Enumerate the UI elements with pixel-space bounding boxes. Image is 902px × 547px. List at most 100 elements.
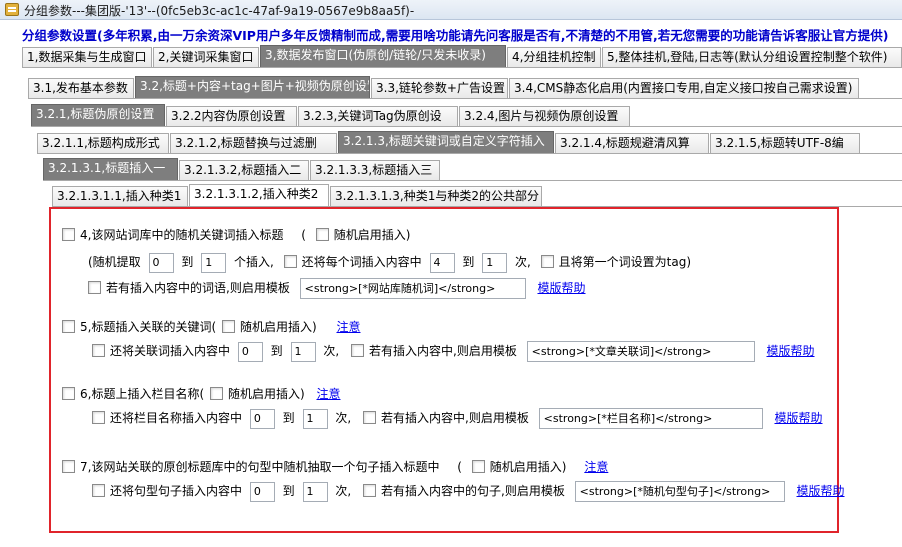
section-6-title: 6,标题上插入栏目名称( (80, 387, 205, 401)
tab-title-avoid[interactable]: 3.2.1.4,标题规避清风算 (555, 133, 709, 153)
section-4-template-checkbox[interactable] (88, 281, 101, 294)
section-4-title: 4,该网站词库中的随机关键词插入标题 (80, 228, 284, 242)
section-5-header: 5,标题插入关联的关键词( 随机启用插入) 注意 (62, 317, 361, 337)
tab-insert-two[interactable]: 3.2.1.3.2,标题插入二 (179, 160, 309, 180)
tab-title-insert[interactable]: 3.2.1.3,标题关键词或自定义字符插入 (338, 131, 554, 153)
section-5-insert-row: 还将关联词插入内容中 0 到 1 次, 若有插入内容中,则启用模板 <stron… (92, 341, 815, 362)
section-6-template-checkbox[interactable] (363, 411, 376, 424)
window-title: 分组参数---集团版-'13'--(0fc5eb3c-ac1c-47af-9a1… (24, 4, 415, 18)
section-6-template-input[interactable]: <strong>[*栏目名称]</strong> (538, 408, 763, 429)
section-4-each-min[interactable]: 4 (429, 252, 455, 273)
section-4-open-paren: ( (301, 228, 306, 242)
section-5-help-link[interactable]: 模版帮助 (766, 344, 814, 358)
tab-chain-ads[interactable]: 3.3,链轮参数+广告设置 (371, 78, 508, 98)
section-4-extract-min[interactable]: 0 (148, 252, 174, 273)
section-6-insert-row: 还将栏目名称插入内容中 0 到 1 次, 若有插入内容中,则启用模板 <stro… (92, 408, 823, 429)
tab-title-replace[interactable]: 3.2.1.2,标题替换与过滤删 (170, 133, 337, 153)
section-6-to: 到 (282, 411, 295, 425)
section-4-each-label: 还将每个词插入内容中 (301, 255, 422, 269)
section-7-note-link[interactable]: 注意 (584, 460, 608, 474)
section-4-checkbox[interactable] (62, 228, 75, 241)
section-4-first-tag-checkbox[interactable] (540, 255, 554, 268)
section-4-each-checkbox[interactable] (283, 255, 297, 268)
section-7-random-checkbox[interactable] (471, 460, 485, 473)
section-7-checkbox[interactable] (62, 460, 75, 473)
section-4-to1: 到 (181, 255, 194, 269)
section-6-insert-label: 还将栏目名称插入内容中 (110, 411, 243, 425)
section-5-note-link[interactable]: 注意 (336, 320, 360, 334)
tab-image-video[interactable]: 3.2.4,图片与视频伪原创设置 (459, 106, 630, 126)
section-4-each-max[interactable]: 1 (482, 252, 508, 273)
section-7-min-input[interactable]: 0 (249, 481, 275, 502)
section-7-header: 7,该网站关联的原创标题库中的句型中随机抽取一个句子插入标题中 ( 随机启用插入… (62, 457, 608, 477)
section-4-random-label: 随机启用插入) (333, 228, 411, 242)
tab-row-divider (28, 98, 902, 99)
section-5-min-input[interactable]: 0 (237, 341, 263, 362)
section-4-extract-max[interactable]: 1 (201, 252, 227, 273)
section-5-to: 到 (270, 344, 283, 358)
section-7-max-input[interactable]: 1 (302, 481, 328, 502)
section-5-checkbox[interactable] (62, 320, 75, 333)
section-4-extract-suffix: 个插入, (234, 255, 274, 269)
section-5-template-checkbox[interactable] (351, 344, 364, 357)
tab-insert-kind1[interactable]: 3.2.1.3.1.1,插入种类1 (52, 186, 188, 206)
title-bar: 分组参数---集团版-'13'--(0fc5eb3c-ac1c-47af-9a1… (0, 0, 902, 20)
tab-insert-one[interactable]: 3.2.1.3.1,标题插入一 (43, 158, 178, 180)
section-6-header: 6,标题上插入栏目名称( 随机启用插入) 注意 (62, 384, 341, 404)
section-5-max-input[interactable]: 1 (290, 341, 316, 362)
section-5-template-label: 若有插入内容中,则启用模板 (369, 344, 517, 358)
tab-title-form[interactable]: 3.2.1.1,标题构成形式 (37, 133, 169, 153)
tab-data-publish[interactable]: 3,数据发布窗口(伪原创/链轮/只发未收录) (260, 45, 506, 67)
tab-cms-static[interactable]: 3.4,CMS静态化启用(内置接口专用,自定义接口按自己需求设置) (509, 78, 859, 98)
section-4-template-input[interactable]: <strong>[*网站库随机词]</strong> (299, 278, 526, 299)
section-6-random-checkbox[interactable] (209, 387, 223, 400)
section-4-template-row: 若有插入内容中的词语,则启用模板 <strong>[*网站库随机词]</stro… (88, 278, 586, 299)
app-icon (5, 3, 19, 16)
tab-overall-control[interactable]: 5,整体挂机,登陆,日志等(默认分组设置控制整个软件) (602, 47, 902, 67)
tab-data-collection[interactable]: 1,数据采集与生成窗口 (22, 47, 152, 67)
section-5-times: 次, (323, 344, 340, 358)
tab-group-control[interactable]: 4,分组挂机控制 (507, 47, 601, 67)
section-7-insert-checkbox[interactable] (92, 484, 105, 497)
tab-publish-basic[interactable]: 3.1,发布基本参数 (28, 78, 134, 98)
section-4-template-label: 若有插入内容中的词语,则启用模板 (106, 281, 290, 295)
tab-keyword-tag[interactable]: 3.2.3,关键词Tag伪原创设 (298, 106, 458, 126)
notice-text: 分组参数设置(多年积累,由一万余资深VIP用户多年反馈精制而成,需要用啥功能请先… (22, 28, 889, 43)
section-7-template-input[interactable]: <strong>[*随机句型句子]</strong> (574, 481, 785, 502)
section-5-insert-checkbox[interactable] (92, 344, 105, 357)
section-5-random-label: 随机启用插入) (239, 320, 317, 334)
section-6-max-input[interactable]: 1 (302, 408, 328, 429)
tab-insert-kind2[interactable]: 3.2.1.3.1.2,插入种类2 (189, 184, 329, 206)
section-4-header: 4,该网站词库中的随机关键词插入标题 ( 随机启用插入) (62, 225, 410, 245)
tab-row-divider (31, 126, 902, 127)
section-4-first-tag-label: 且将第一个词设置为tag) (558, 255, 692, 269)
tab-title-pseudo[interactable]: 3.2.1,标题伪原创设置 (31, 104, 165, 126)
section-7-template-checkbox[interactable] (363, 484, 376, 497)
section-6-insert-checkbox[interactable] (92, 411, 105, 424)
section-7-help-link[interactable]: 模版帮助 (796, 484, 844, 498)
section-6-min-input[interactable]: 0 (249, 408, 275, 429)
section-6-template-label: 若有插入内容中,则启用模板 (381, 411, 529, 425)
tab-title-utf8[interactable]: 3.2.1.5,标题转UTF-8编 (710, 133, 860, 153)
section-6-help-link[interactable]: 模版帮助 (774, 411, 822, 425)
section-7-insert-row: 还将句型句子插入内容中 0 到 1 次, 若有插入内容中的句子,则启用模板 <s… (92, 481, 845, 502)
section-5-random-checkbox[interactable] (221, 320, 235, 333)
section-5-insert-label: 还将关联词插入内容中 (110, 344, 231, 358)
section-5-template-input[interactable]: <strong>[*文章关联词]</strong> (526, 341, 755, 362)
tab-content-pseudo[interactable]: 3.2.2内容伪原创设置 (166, 106, 297, 126)
section-4-times: 次, (515, 255, 531, 269)
section-6-checkbox[interactable] (62, 387, 75, 400)
section-7-template-label: 若有插入内容中的句子,则启用模板 (381, 484, 565, 498)
tab-insert-common[interactable]: 3.2.1.3.1.3,种类1与种类2的公共部分 (330, 186, 542, 206)
tab-pseudo-original[interactable]: 3.2,标题+内容+tag+图片+视频伪原创设置 (135, 76, 370, 98)
tab-insert-three[interactable]: 3.2.1.3.3,标题插入三 (310, 160, 440, 180)
section-6-note-link[interactable]: 注意 (316, 387, 340, 401)
section-4-help-link[interactable]: 模版帮助 (537, 281, 585, 295)
section-7-times: 次, (335, 484, 352, 498)
tab-row-divider (43, 180, 902, 181)
tab-row-divider (37, 153, 902, 154)
section-6-random-label: 随机启用插入) (227, 387, 305, 401)
section-7-open-paren: ( (457, 460, 462, 474)
tab-keyword-collection[interactable]: 2,关键词采集窗口 (153, 47, 259, 67)
section-4-random-checkbox[interactable] (315, 228, 329, 241)
